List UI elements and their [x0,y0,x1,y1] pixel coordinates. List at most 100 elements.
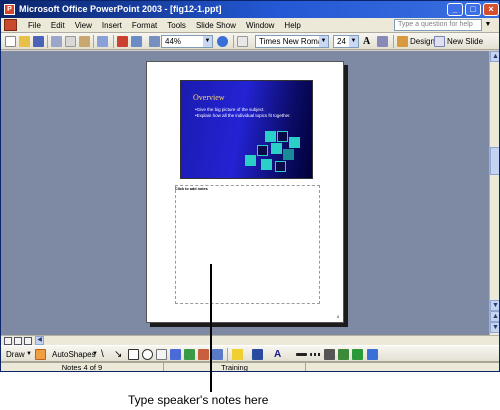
slide-sorter-view-icon[interactable] [14,337,22,345]
callout-caption: Type speaker's notes here [128,393,269,407]
normal-view-icon[interactable] [4,337,12,345]
toolbar-options-icon[interactable] [377,36,388,47]
previous-slide-icon[interactable]: ▲ [490,311,499,322]
speaker-notes-placeholder[interactable] [175,185,320,304]
scroll-down-icon[interactable]: ▼ [490,300,499,311]
chevron-down-icon[interactable]: ▼ [319,36,328,47]
save-icon[interactable] [33,36,44,47]
callout-line [210,264,212,392]
puzzle-piece-image [275,161,286,172]
chevron-down-icon[interactable]: ▼ [92,348,98,361]
print-preview-icon[interactable] [51,36,62,47]
puzzle-piece-image [261,159,272,170]
design-template-status: Training [164,363,306,371]
window-title: Microsoft Office PowerPoint 2003 - [fig1… [19,4,222,14]
chevron-down-icon[interactable]: ▼ [26,348,32,361]
chevron-down-icon[interactable]: ▼ [203,36,212,47]
zoom-select[interactable]: 44% ▼ [161,35,213,48]
diagram-icon[interactable] [184,349,195,360]
menu-bar: File Edit View Insert Format Tools Slide… [1,18,499,33]
puzzle-piece-image [289,137,300,148]
font-name-value: Times New Roman [259,37,327,46]
menu-format[interactable]: Format [127,18,162,33]
help-icon[interactable] [217,36,228,47]
line-style-icon[interactable] [296,353,307,356]
grid-icon[interactable] [149,36,160,47]
page-number: 4 [336,314,339,319]
new-slide-button[interactable]: New Slide [447,35,483,48]
puzzle-piece-image [277,131,288,142]
insert-table-icon[interactable] [131,36,142,47]
arrow-style-icon[interactable] [324,349,335,360]
menu-insert[interactable]: Insert [97,18,127,33]
new-file-icon[interactable] [5,36,16,47]
3d-style-icon[interactable] [352,349,363,360]
minimize-button[interactable]: _ [447,3,463,16]
rectangle-icon[interactable] [128,349,139,360]
next-slide-icon[interactable]: ▼ [490,322,499,333]
fill-color-icon[interactable] [232,349,243,360]
open-folder-icon[interactable] [19,36,30,47]
scroll-left-icon[interactable]: ◀ [35,336,44,345]
scroll-up-icon[interactable]: ▲ [490,51,499,62]
insert-picture-icon[interactable] [212,349,223,360]
new-slide-icon[interactable] [434,36,445,47]
title-bar[interactable]: P Microsoft Office PowerPoint 2003 - [fi… [1,1,499,18]
draw-menu-button[interactable]: Draw [6,348,25,361]
slide-bullet: Explain how all the individual topics fi… [195,113,303,119]
vertical-scrollbar[interactable]: ▲ ▼ ▲ ▼ [489,51,499,335]
puzzle-piece-image [257,145,268,156]
menu-help[interactable]: Help [279,18,305,33]
paste-icon[interactable] [79,36,90,47]
menu-tools[interactable]: Tools [162,18,191,33]
notes-placeholder-label: Click to add notes [175,187,208,191]
copy-icon[interactable] [65,36,76,47]
design-icon[interactable] [397,36,408,47]
arrow-icon[interactable]: ↘ [114,348,122,361]
font-size-select[interactable]: 24 ▼ [333,35,359,48]
font-color-icon[interactable]: A [274,348,281,361]
menu-window[interactable]: Window [241,18,279,33]
status-bar: Notes 4 of 9 Training [1,362,499,371]
dash-style-icon[interactable] [310,353,321,356]
design-button[interactable]: Design [410,35,435,48]
menu-file[interactable]: File [23,18,46,33]
slide-thumbnail[interactable]: Overview Give the big picture of the sub… [180,80,313,179]
toolbar-options-icon[interactable] [367,349,378,360]
line-color-icon[interactable] [252,349,263,360]
puzzle-piece-image [271,143,282,154]
clip-art-icon[interactable] [198,349,209,360]
zoom-value: 44% [165,37,182,46]
powerpoint-app-icon[interactable]: P [4,4,15,15]
oval-icon[interactable] [142,349,153,360]
powerpoint-window: P Microsoft Office PowerPoint 2003 - [fi… [0,0,500,372]
shadow-style-icon[interactable] [338,349,349,360]
font-name-select[interactable]: Times New Roman ▼ [255,35,329,48]
slide-title: Overview [193,93,225,102]
slide-show-icon[interactable] [24,337,32,345]
menu-edit[interactable]: Edit [46,18,70,33]
increase-font-size-icon[interactable]: A [363,35,370,48]
text-box-icon[interactable] [156,349,167,360]
menu-view[interactable]: View [70,18,97,33]
puzzle-piece-image [283,149,294,160]
maximize-button[interactable]: □ [465,3,481,16]
menu-slide-show[interactable]: Slide Show [191,18,241,33]
help-dropdown-icon[interactable]: ▼ [483,19,493,31]
autoshapes-button[interactable]: AutoShapes [52,348,96,361]
standard-toolbar: 44% ▼ Times New Roman ▼ 24 ▼ A Design Ne… [1,33,499,50]
select-objects-icon[interactable] [35,349,46,360]
chevron-down-icon[interactable]: ▼ [349,36,358,47]
wordart-icon[interactable] [170,349,181,360]
line-icon[interactable]: \ [101,348,104,361]
formatting-options-icon[interactable] [237,36,248,47]
help-search-input[interactable]: Type a question for help [394,19,482,31]
undo-icon[interactable] [97,36,108,47]
view-buttons-bar: ◀ [1,335,499,345]
status-empty-cell [306,363,499,371]
insert-chart-icon[interactable] [117,36,128,47]
close-button[interactable]: × [483,3,499,16]
document-control-icon[interactable] [4,19,17,31]
scroll-thumb[interactable] [490,147,499,175]
slide-bullet-list: Give the big picture of the subject. Exp… [195,107,303,119]
